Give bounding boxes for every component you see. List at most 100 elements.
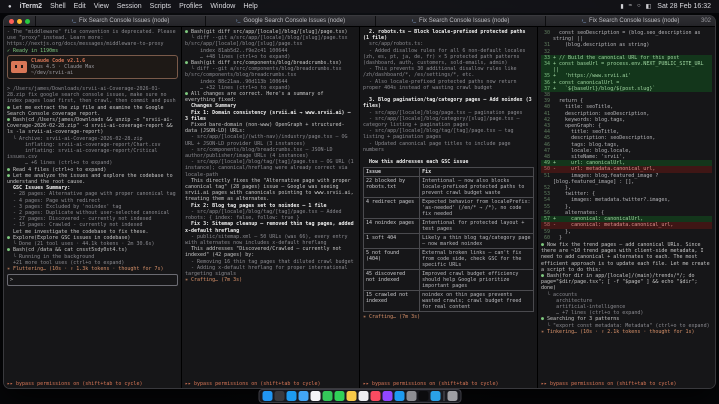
menu-iterm2[interactable]: iTerm2 — [20, 3, 42, 10]
line-number: 30 — [541, 30, 550, 42]
terminal-line: - src/components/blog/breadcrumbs.tsx — … — [185, 147, 356, 159]
terminal-line: ✓ Ready in 1190ms — [7, 48, 178, 54]
line-number: 60 — [541, 235, 550, 241]
code-text: (blog.description as string) — [553, 42, 649, 48]
pane-body: 2. robots.ts — Block locale-prefixed pro… — [360, 27, 537, 380]
terminal-line: - 28 pages: Alternative page with proper… — [7, 191, 178, 197]
menu-help[interactable]: Help — [243, 3, 257, 10]
terminal-line: └ "export const metadata: Metadata" (ctr… — [541, 323, 712, 329]
terminal-line: 2. robots.ts — Block locale-prefixed pro… — [363, 29, 534, 41]
pane-2[interactable]: ● Bash(git diff src/app/[locale]/blog/[s… — [181, 27, 359, 388]
pane-3[interactable]: 2. robots.ts — Block locale-prefixed pro… — [359, 27, 537, 388]
code-line: 34+ const baseUrl = process.env.NEXT_PUB… — [541, 61, 712, 73]
close-button[interactable] — [9, 19, 14, 24]
menu-edit[interactable]: Edit — [74, 3, 86, 10]
permission-status: ▸▸ bypass permissions on (shift+tab to c… — [182, 380, 359, 388]
table-cell: 14 noindex pages — [364, 219, 420, 234]
claude-code-banner: Claude Code v2.1.6Opus 4.5 · Claude Max~… — [7, 55, 178, 79]
dock-music-icon[interactable] — [370, 391, 380, 401]
iterm-window: ›_Fix Search Console Issues (node)›_Goog… — [3, 15, 716, 389]
terminal-line: - Added disallow rules for all 6 non-def… — [363, 48, 534, 67]
traffic-lights — [4, 16, 35, 26]
step-bullet-icon: ● — [541, 316, 547, 322]
table-cell: External broken links — can't fix from c… — [420, 249, 534, 270]
menu-clock[interactable]: Sat 28 Feb 16:32 — [657, 3, 711, 10]
control-center-icon[interactable]: ◧ — [646, 3, 652, 10]
permission-status: ▸▸ bypass permissions on (shift+tab to c… — [4, 380, 181, 388]
terminal-line: ✳ Crafting… (7m 3s) — [185, 277, 356, 283]
pane-tab-1[interactable]: ›_Fix Search Console Issues (node) — [35, 16, 205, 26]
table-row: 5 not found (404)External broken links —… — [364, 249, 534, 270]
code-line: 60 } — [541, 235, 712, 241]
zoom-button[interactable] — [25, 19, 30, 24]
code-text: + `${baseUrl}/blog/${post.slug}` — [553, 86, 655, 92]
menu-window[interactable]: Window — [210, 3, 235, 10]
table-row: 1 soft 404Likely a thin blog tag/categor… — [364, 234, 534, 249]
menu-view[interactable]: View — [94, 3, 109, 10]
claude-title: Claude Code v2.1.6 — [31, 58, 94, 64]
terminal-line: inflating: srvii-ai-coverage-report/Crit… — [7, 148, 178, 160]
step-bullet-icon: ● — [7, 105, 13, 111]
claude-cwd-label: ~/dev/srvii-ai — [31, 70, 94, 76]
dock-facetime-icon[interactable] — [334, 391, 344, 401]
dock-photos-icon[interactable] — [310, 391, 320, 401]
pane-title: Google Search Console Issues (node) — [243, 18, 345, 24]
code-text: } — [553, 235, 562, 241]
terminal-line: > /Users/james/Downloads/srvii-ai-Covera… — [7, 86, 178, 105]
terminal-line: Fix 3: Sitemap cleanup — removed thin ta… — [185, 221, 356, 233]
terminal-line: - src/app/[locale]/blog/tag/[tag]/page.t… — [363, 128, 534, 140]
pane-body: ● Bash(git diff src/app/[locale]/blog/[s… — [182, 27, 359, 380]
pane-4[interactable]: 30 const seoDescription = (blog.seo_desc… — [537, 27, 715, 388]
window-titlebar[interactable]: ›_Fix Search Console Issues (node)›_Goog… — [4, 16, 715, 27]
terminal-line: - src/app/[locale]/blog/tag/[tag]/page.t… — [185, 159, 356, 178]
pane-tab-3[interactable]: ›_Fix Search Console Issues (node) — [375, 16, 545, 26]
terminal-line: - Removing 16 thin tag pages that dilute… — [185, 259, 356, 265]
apple-menu-icon[interactable]: ● — [8, 4, 12, 10]
battery-icon[interactable]: ▮ — [620, 3, 623, 10]
pane-title: Fix Search Console Issues (node) — [79, 18, 169, 24]
dock-launchpad-icon[interactable] — [274, 391, 284, 401]
terminal-line: └ diff --git a/src/components/blog/bread… — [185, 66, 356, 78]
terminal-line: ● All changes are correct. Here's a summ… — [185, 91, 356, 103]
pane-1[interactable]: - The "middleware" file convention is de… — [4, 27, 181, 388]
search-icon[interactable]: ○ — [637, 3, 641, 10]
terminal-icon: ›_ — [72, 18, 76, 24]
minimize-button[interactable] — [17, 19, 22, 24]
step-bullet-icon: ● — [7, 247, 13, 253]
dock-notes-icon[interactable] — [346, 391, 356, 401]
wifi-icon[interactable]: ≈ — [629, 3, 632, 10]
dock-settings-icon[interactable] — [406, 391, 416, 401]
permission-status: ▸▸ bypass permissions on (shift+tab to c… — [538, 380, 715, 388]
dock-messages-icon[interactable] — [322, 391, 332, 401]
dock-mail-icon[interactable] — [298, 391, 308, 401]
terminal-line: ✳ Tinkering… (10s · ↑ 2.1k tokens · thou… — [541, 329, 712, 335]
code-line: 51 images: blog.featured_image ? [blog.f… — [541, 173, 712, 185]
menu-profiles[interactable]: Profiles — [179, 3, 202, 10]
dock-appstore-icon[interactable] — [394, 391, 404, 401]
table-row: 4 redirect pagesExpected behavior from l… — [364, 198, 534, 219]
dock-trash-icon[interactable] — [447, 391, 457, 401]
dock-vscode-icon[interactable] — [430, 391, 440, 401]
step-bullet-icon: ● — [7, 235, 13, 241]
menu-shell[interactable]: Shell — [50, 3, 66, 10]
dock-finder-icon[interactable] — [262, 391, 272, 401]
step-bullet-icon: ● — [541, 242, 547, 248]
table-row: 22 blocked by robots.txtIntentional — no… — [364, 177, 534, 198]
table-header-cell: Fix — [420, 168, 534, 177]
dock-calendar-icon[interactable] — [358, 391, 368, 401]
terminal-line: - Adding x-default hreflang for proper i… — [185, 265, 356, 277]
dock-iterm-icon[interactable] — [418, 391, 428, 401]
dock-podcasts-icon[interactable] — [382, 391, 392, 401]
dock-safari-icon[interactable] — [286, 391, 296, 401]
claude-model-label: Opus 4.5 · Claude Max — [31, 64, 94, 70]
prompt-input[interactable]: > — [7, 274, 178, 286]
table-cell: 15 crawled not indexed — [364, 291, 420, 312]
pane-title: Fix Search Console Issues (node) — [419, 18, 509, 24]
menu-session[interactable]: Session — [117, 3, 142, 10]
terminal-line: ✳ Fluttering… (10s · ↑ 1.3k tokens · tho… — [7, 266, 178, 272]
table-row: 45 discovered not indexedImproved crawl … — [364, 270, 534, 291]
pane-tab-4[interactable]: ›_Fix Search Console Issues (node)302 — [545, 16, 715, 26]
terminal-line: Fixed bare-domain (non-www) OpenGraph + … — [185, 122, 356, 134]
menu-scripts[interactable]: Scripts — [150, 3, 171, 10]
pane-tab-2[interactable]: ›_Google Search Console Issues (node) — [205, 16, 375, 26]
